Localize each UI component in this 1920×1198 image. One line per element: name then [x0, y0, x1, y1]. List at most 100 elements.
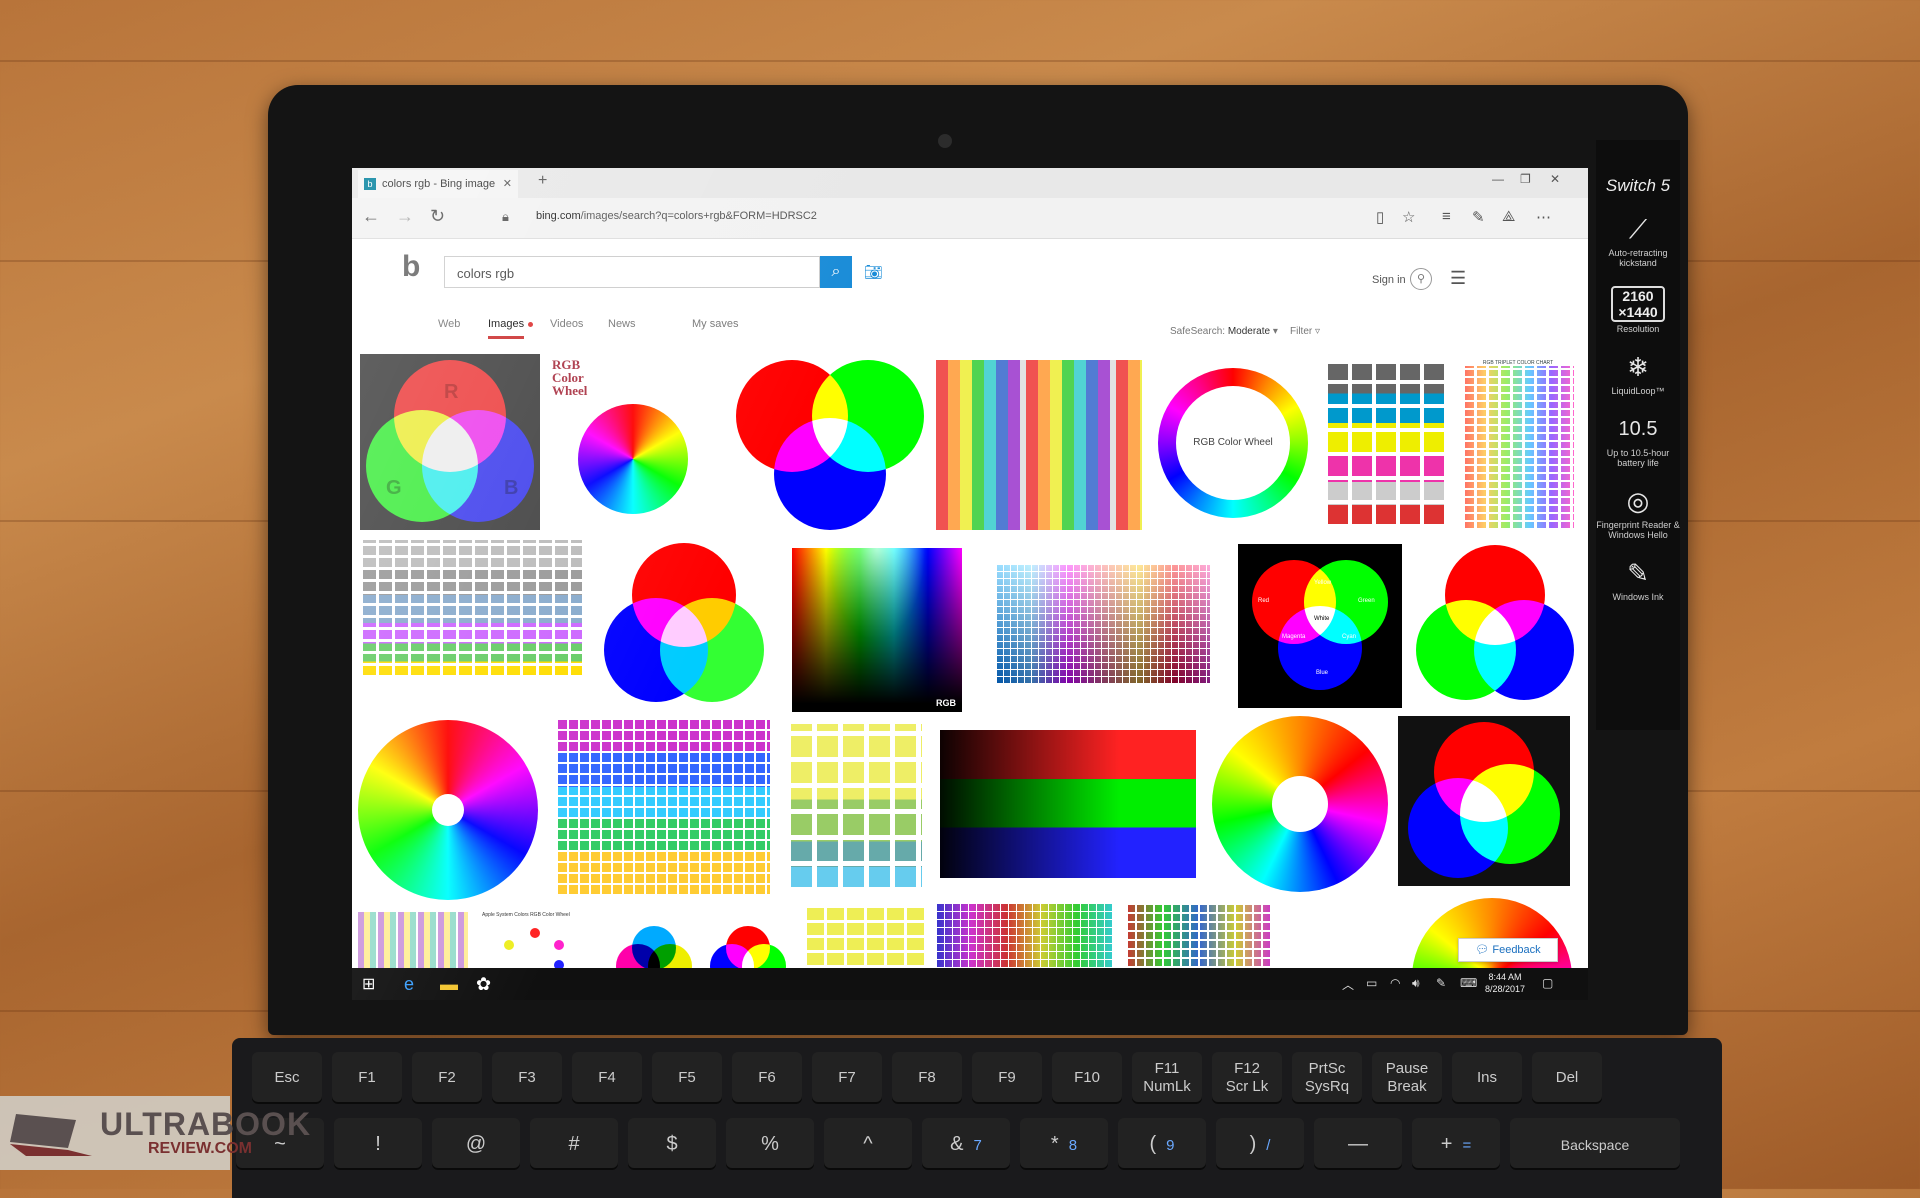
show-hidden-icons-icon[interactable]: ︿: [1342, 976, 1354, 993]
visual-search-camera-icon[interactable]: 📷︎: [864, 263, 883, 281]
volume-icon[interactable]: 🔊︎: [1412, 976, 1420, 991]
key-num-row-1[interactable]: !: [334, 1118, 422, 1170]
tab-videos[interactable]: Videos: [550, 318, 583, 330]
battery-tray-icon[interactable]: ▭: [1366, 976, 1377, 990]
reading-view-icon[interactable]: ▯: [1376, 208, 1384, 226]
key-num-row-10[interactable]: ) /: [1216, 1118, 1304, 1170]
result-venn-partial-2[interactable]: [708, 926, 788, 968]
avatar-icon[interactable]: ⚲: [1410, 268, 1432, 290]
search-input[interactable]: [455, 265, 789, 282]
key-f11[interactable]: F11 NumLk: [1132, 1052, 1202, 1104]
key-f7[interactable]: F7: [812, 1052, 882, 1104]
key-f12[interactable]: F12 Scr Lk: [1212, 1052, 1282, 1104]
key-f9[interactable]: F9: [972, 1052, 1042, 1104]
result-rgb-bands[interactable]: [940, 730, 1196, 878]
sign-in-link[interactable]: Sign in: [1372, 274, 1406, 286]
result-triplet-chart[interactable]: RGB TRIPLET COLOR CHART: [1462, 360, 1574, 530]
key-num-row-4[interactable]: $: [628, 1118, 716, 1170]
result-swatch-grid[interactable]: [1324, 364, 1446, 528]
key-f2[interactable]: F2: [412, 1052, 482, 1104]
paint-app-icon[interactable]: ✿: [476, 974, 491, 995]
hamburger-menu-icon[interactable]: ☰: [1450, 268, 1466, 289]
tab-web[interactable]: Web: [438, 318, 460, 330]
key-esc[interactable]: Esc: [252, 1052, 322, 1104]
result-table-chart[interactable]: [358, 912, 468, 968]
key-prtsc[interactable]: PrtSc SysRq: [1292, 1052, 1362, 1104]
minimize-icon[interactable]: —: [1492, 172, 1504, 186]
feedback-button[interactable]: 💬︎ Feedback: [1458, 938, 1558, 962]
more-icon[interactable]: ⋯: [1536, 208, 1551, 226]
favorite-star-icon[interactable]: ☆: [1402, 208, 1415, 226]
key-num-row-8[interactable]: * 8: [1020, 1118, 1108, 1170]
back-icon[interactable]: ←: [362, 206, 380, 227]
result-rgb-venn-white[interactable]: [730, 354, 930, 530]
share-icon[interactable]: ⟁: [1502, 208, 1515, 225]
result-rgb-ring[interactable]: RGB Color Wheel: [1158, 368, 1308, 518]
keyboard-icon[interactable]: ⌨: [1460, 976, 1477, 990]
result-rgb-spectrum-dark[interactable]: RGB: [792, 548, 962, 712]
pen-workspace-icon[interactable]: ✎: [1436, 976, 1446, 990]
result-swatch-table[interactable]: [360, 540, 582, 678]
key-f5[interactable]: F5: [652, 1052, 722, 1104]
key-pause[interactable]: Pause Break: [1372, 1052, 1442, 1104]
new-tab-icon[interactable]: +: [538, 172, 547, 190]
key-num-row-13[interactable]: Backspace: [1510, 1118, 1680, 1170]
key-f1[interactable]: F1: [332, 1052, 402, 1104]
browser-tab[interactable]: b colors rgb - Bing image ✕: [358, 170, 518, 198]
key-num-row-6[interactable]: ^: [824, 1118, 912, 1170]
result-yellow-swatches[interactable]: [804, 908, 924, 968]
result-color-table[interactable]: [936, 360, 1142, 530]
clock[interactable]: 8:44 AM 8/28/2017: [1485, 971, 1525, 995]
key-f8[interactable]: F8: [892, 1052, 962, 1104]
action-center-icon[interactable]: ▢: [1542, 976, 1553, 990]
result-rgb-venn-2[interactable]: [596, 540, 776, 716]
result-rgb-venn-black[interactable]: [1398, 716, 1570, 886]
hub-icon[interactable]: ≡: [1442, 208, 1451, 225]
result-rgb-venn-dark[interactable]: R G B: [360, 354, 540, 530]
search-button[interactable]: ⌕: [820, 256, 852, 288]
key-ins[interactable]: Ins: [1452, 1052, 1522, 1104]
result-hue-wheel-1[interactable]: [358, 720, 538, 900]
safesearch-dropdown[interactable]: SafeSearch: Moderate ▾: [1170, 326, 1278, 337]
edge-browser-icon[interactable]: e: [404, 974, 414, 995]
key-num-row-3[interactable]: #: [530, 1118, 618, 1170]
tab-news[interactable]: News: [608, 318, 636, 330]
result-color-grid-chart[interactable]: [982, 548, 1222, 704]
refresh-icon[interactable]: ↻: [430, 206, 445, 227]
close-tab-icon[interactable]: ✕: [503, 170, 512, 198]
result-rgb-venn-3[interactable]: [1410, 540, 1580, 710]
file-explorer-icon[interactable]: ▬: [440, 974, 458, 995]
result-rgb-color-wheel[interactable]: RGB Color Wheel: [548, 354, 714, 530]
url-field[interactable]: bing.com/images/search?q=colors+rgb&FORM…: [536, 210, 817, 222]
forward-icon[interactable]: →: [396, 206, 414, 227]
result-swatch-mosaic[interactable]: [556, 720, 770, 896]
key-num-row-11[interactable]: —: [1314, 1118, 1402, 1170]
result-grid-swatches[interactable]: [1126, 904, 1272, 968]
result-apple-colors[interactable]: Apple System Colors RGB Color Wheel: [482, 912, 602, 968]
restore-icon[interactable]: ❐: [1520, 172, 1531, 186]
result-hue-wheel-2[interactable]: [1212, 716, 1388, 892]
key-f6[interactable]: F6: [732, 1052, 802, 1104]
key-num-row-2[interactable]: @: [432, 1118, 520, 1170]
key-num-row-5[interactable]: %: [726, 1118, 814, 1170]
tab-images[interactable]: Images: [488, 318, 525, 339]
key-num-row-7[interactable]: & 7: [922, 1118, 1010, 1170]
key-num-row-9[interactable]: (9: [1118, 1118, 1206, 1170]
key-f3[interactable]: F3: [492, 1052, 562, 1104]
filter-button[interactable]: Filter ▿: [1290, 326, 1320, 337]
bing-logo-icon[interactable]: b: [402, 250, 420, 284]
result-mixed-swatches[interactable]: [936, 904, 1112, 968]
wifi-icon[interactable]: ◠: [1390, 976, 1400, 990]
result-venn-partial-1[interactable]: [614, 926, 694, 968]
key-f4[interactable]: F4: [572, 1052, 642, 1104]
web-note-icon[interactable]: ✎: [1472, 208, 1485, 226]
result-labeled-venn[interactable]: Red Yellow Green Magenta White Cyan Blue: [1238, 544, 1402, 708]
key-f10[interactable]: F10: [1052, 1052, 1122, 1104]
windows-start-icon[interactable]: ⊞: [362, 974, 375, 994]
key-num-row-12[interactable]: + =: [1412, 1118, 1500, 1170]
key-del[interactable]: Del: [1532, 1052, 1602, 1104]
result-pastel-swatches[interactable]: [786, 724, 922, 892]
close-window-icon[interactable]: ✕: [1550, 172, 1560, 186]
tab-my-saves[interactable]: My saves: [692, 318, 738, 330]
search-box[interactable]: [444, 256, 820, 288]
